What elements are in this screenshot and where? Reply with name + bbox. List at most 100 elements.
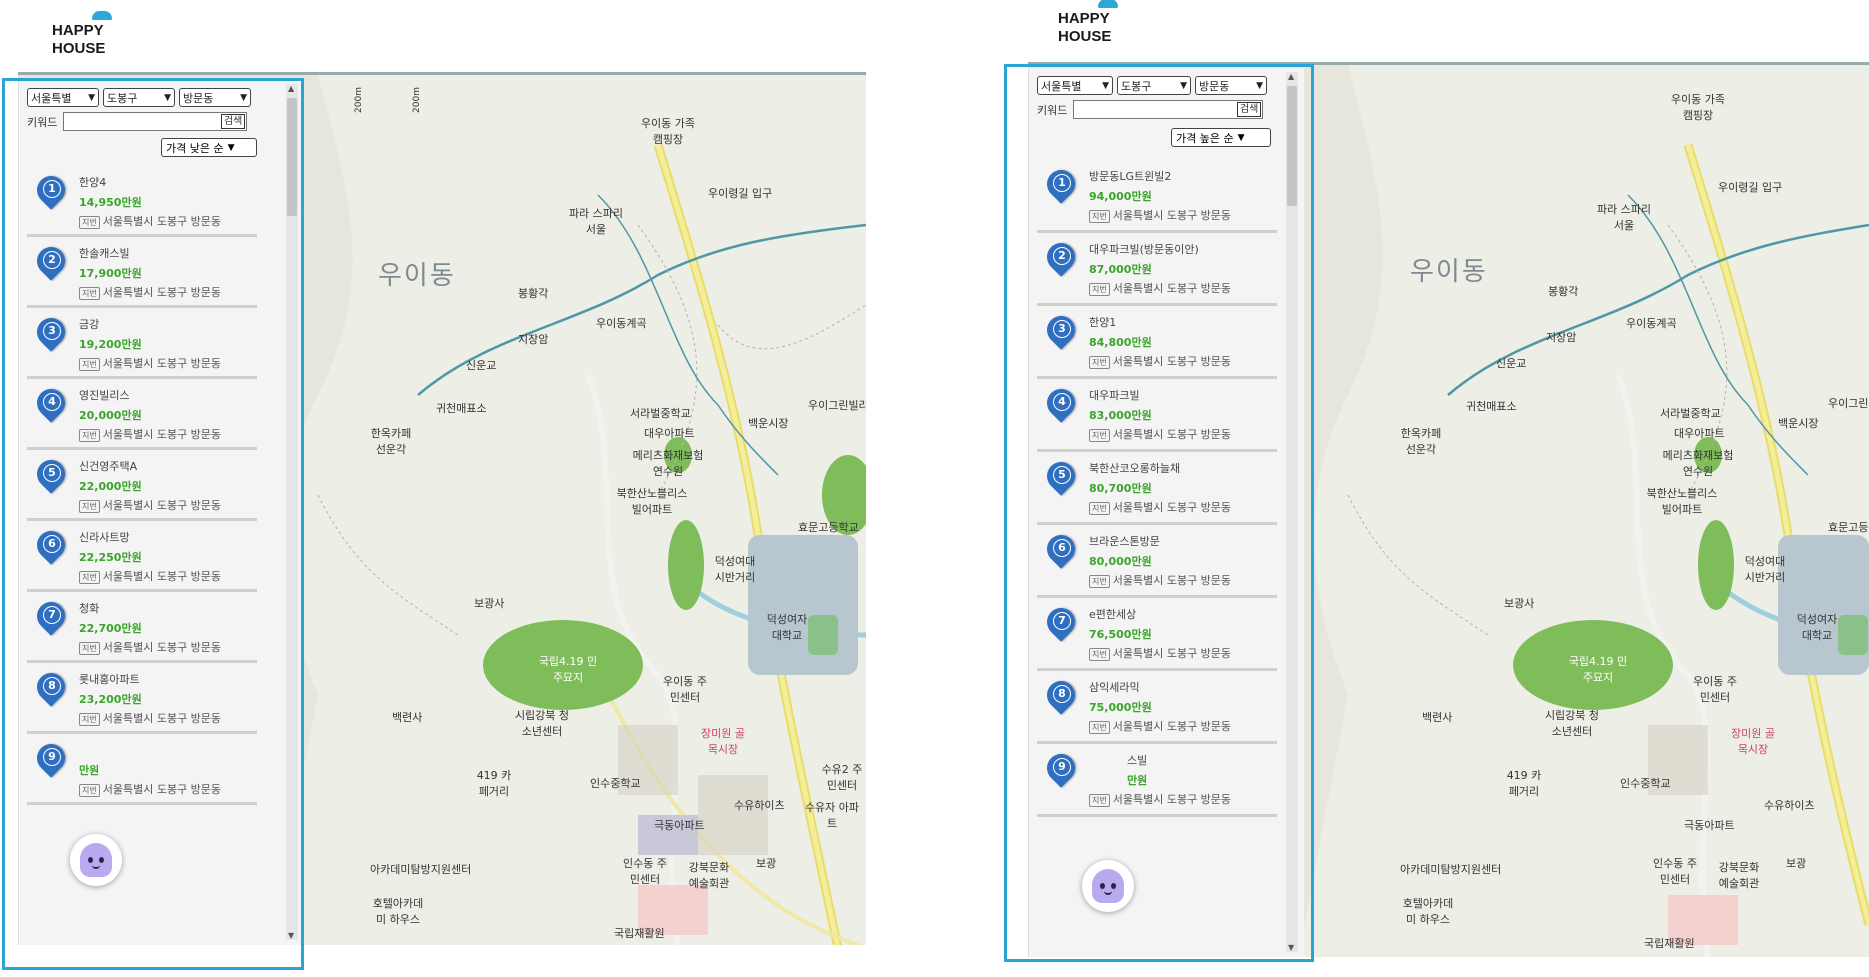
- list-item[interactable]: 8 롯내홍아파트 23,200만원 지번 서울특별시 도봉구 방문동: [27, 663, 257, 734]
- search-button[interactable]: 검색: [1236, 102, 1262, 117]
- map-label: 보광: [1786, 857, 1807, 870]
- list-item[interactable]: 9 만원 지번 서울특별시 도봉구 방문동: [27, 734, 257, 805]
- map-label: 우이동 주민센터: [663, 675, 707, 704]
- item-price: 84,800만원: [1089, 336, 1152, 349]
- pin-number: 1: [1053, 174, 1071, 192]
- map-label: 인수중학교: [1620, 777, 1671, 790]
- item-price: 17,900만원: [79, 267, 142, 280]
- city-select[interactable]: 서울특별 ▼: [1037, 76, 1113, 95]
- sort-select[interactable]: 가격 높은 순 ▼: [1171, 128, 1271, 147]
- chatbot-button[interactable]: [70, 834, 122, 886]
- list-item[interactable]: 8 삼익세라믹 75,000만원 지번 서울특별시 도봉구 방문동: [1037, 671, 1277, 744]
- list-item[interactable]: 1 한양4 14,950만원 지번 서울특별시 도봉구 방문동: [27, 166, 257, 237]
- map-label: 봉황각: [518, 287, 549, 300]
- scroll-up-icon[interactable]: ▲: [288, 84, 294, 93]
- search-button[interactable]: 검색: [220, 114, 246, 129]
- chevron-down-icon: ▼: [240, 92, 247, 103]
- map-label: 신운교: [466, 359, 497, 372]
- list-item[interactable]: 6 신라사트망 22,250만원 지번 서울특별시 도봉구 방문동: [27, 521, 257, 592]
- item-price: 94,000만원: [1089, 190, 1152, 203]
- item-price: 23,200만원: [79, 693, 142, 706]
- map-label: 보광사: [474, 597, 505, 610]
- map-label: 봉황각: [1548, 285, 1579, 298]
- item-price: 75,000만원: [1089, 701, 1152, 714]
- region-filters: 서울특별 ▼ 도봉구 ▼ 방문동 ▼: [1037, 76, 1267, 95]
- item-name: 금강: [79, 318, 100, 331]
- map-label: 시립강북 청소년센터: [1544, 709, 1600, 738]
- item-address: 지번 서울특별시 도봉구 방문동: [1089, 572, 1231, 588]
- sort-select[interactable]: 가격 낮은 순 ▼: [161, 138, 257, 157]
- district-select[interactable]: 도봉구 ▼: [1117, 76, 1191, 95]
- chatbot-icon: [80, 843, 112, 877]
- scroll-up-icon[interactable]: ▲: [1288, 72, 1294, 81]
- pin-number: 6: [43, 535, 61, 553]
- list-scrollbar[interactable]: ▲ ▼: [286, 84, 298, 940]
- scroll-down-icon[interactable]: ▼: [288, 931, 294, 940]
- map-label: 한옥카페 선운각: [1400, 427, 1442, 456]
- map-label: 메리츠화재보험 연수원: [1662, 449, 1734, 478]
- list-item[interactable]: 3 금강 19,200만원 지번 서울특별시 도봉구 방문동: [27, 308, 257, 379]
- list-scrollbar[interactable]: ▲ ▼: [1286, 72, 1298, 952]
- map-label: 우이동계곡: [596, 317, 647, 330]
- list-item[interactable]: 7 청화 22,700만원 지번 서울특별시 도봉구 방문동: [27, 592, 257, 663]
- pin-number: 3: [43, 322, 61, 340]
- list-item[interactable]: 5 북한산코오롱하늘채 80,700만원 지번 서울특별시 도봉구 방문동: [1037, 452, 1277, 525]
- scrollbar-thumb[interactable]: [1287, 86, 1297, 206]
- district-select[interactable]: 도봉구 ▼: [103, 88, 175, 107]
- chatbot-eye: [88, 857, 93, 863]
- chevron-down-icon: ▼: [227, 142, 235, 153]
- district-select-value: 도봉구: [107, 91, 138, 105]
- list-item[interactable]: 5 신건영주택A 22,000만원 지번 서울특별시 도봉구 방문동: [27, 450, 257, 521]
- logo[interactable]: HAPPY HOUSE: [52, 11, 112, 58]
- city-select[interactable]: 서울특별 ▼: [27, 88, 99, 107]
- chatbot-button[interactable]: [1082, 860, 1134, 912]
- pin-number: 2: [1053, 247, 1071, 265]
- sort-select-value: 가격 낮은 순: [166, 141, 224, 155]
- logo-line1: HAPPY: [1058, 10, 1110, 27]
- item-address: 지번 서울특별시 도봉구 방문동: [1089, 426, 1231, 442]
- map-label: 백운시장: [748, 417, 789, 430]
- item-address-text: 서울특별시 도봉구 방문동: [1112, 428, 1232, 441]
- item-address-text: 서울특별시 도봉구 방문동: [1112, 501, 1232, 514]
- item-address: 지번 서울특별시 도봉구 방문동: [79, 710, 221, 726]
- item-address: 지번 서울특별시 도봉구 방문동: [1089, 645, 1231, 661]
- item-name: 스빌: [1127, 754, 1148, 767]
- scrollbar-thumb[interactable]: [287, 98, 297, 216]
- item-address-text: 서울특별시 도봉구 방문동: [1112, 720, 1232, 733]
- item-address: 지번 서울특별시 도봉구 방문동: [79, 426, 221, 442]
- map-label: 지장암: [518, 333, 549, 346]
- logo[interactable]: HAPPY HOUSE: [1058, 0, 1118, 46]
- list-item[interactable]: 9 스빌 만원 지번 서울특별시 도봉구 방문동: [1037, 744, 1277, 817]
- list-item[interactable]: 2 대우파크빌(방문동이안) 87,000만원 지번 서울특별시 도봉구 방문동: [1037, 233, 1277, 306]
- list-item[interactable]: 2 한솔캐스빌 17,900만원 지번 서울특별시 도봉구 방문동: [27, 237, 257, 308]
- list-item[interactable]: 6 브라운스톤방문 80,000만원 지번 서울특별시 도봉구 방문동: [1037, 525, 1277, 598]
- keyword-input[interactable]: 검색: [63, 112, 248, 131]
- item-address-text: 서울특별시 도봉구 방문동: [1112, 355, 1232, 368]
- pin-number: 7: [43, 606, 61, 624]
- item-price: 22,700만원: [79, 622, 142, 635]
- dong-select[interactable]: 방문동 ▼: [179, 88, 251, 107]
- keyword-row: 키워드 검색: [27, 112, 248, 131]
- list-item[interactable]: 7 e편한세상 76,500만원 지번 서울특별시 도봉구 방문동: [1037, 598, 1277, 671]
- list-item[interactable]: 3 한양1 84,800만원 지번 서울특별시 도봉구 방문동: [1037, 306, 1277, 379]
- address-tag: 지번: [1089, 502, 1110, 515]
- keyword-input[interactable]: 검색: [1073, 100, 1264, 119]
- scroll-down-icon[interactable]: ▼: [1288, 943, 1294, 952]
- item-name: 대우파크빌(방문동이안): [1089, 243, 1199, 256]
- map-label: 한옥카페 선운각: [370, 427, 412, 456]
- map-label: 인수동 주민센터: [1653, 857, 1697, 886]
- item-price: 만원: [1127, 774, 1148, 787]
- dong-select[interactable]: 방문동 ▼: [1195, 76, 1267, 95]
- list-item[interactable]: 4 대우파크빌 83,000만원 지번 서울특별시 도봉구 방문동: [1037, 379, 1277, 452]
- list-item[interactable]: 4 영진빌리스 20,000만원 지번 서울특별시 도봉구 방문동: [27, 379, 257, 450]
- map-label: 국립4.19 민주묘지: [538, 655, 598, 684]
- item-price: 76,500만원: [1089, 628, 1152, 641]
- chatbot-eye: [99, 857, 104, 863]
- map-label: 백련사: [392, 711, 423, 724]
- result-list: 1 방문동LG트윈빌2 94,000만원 지번 서울특별시 도봉구 방문동 2 대우파크빌…: [1037, 160, 1277, 817]
- map-label: 장미원 골목시장: [701, 727, 745, 756]
- map-label: 아카데미탐방지원센터: [1400, 863, 1502, 876]
- chevron-down-icon: ▼: [164, 92, 171, 103]
- list-item[interactable]: 1 방문동LG트윈빌2 94,000만원 지번 서울특별시 도봉구 방문동: [1037, 160, 1277, 233]
- item-name: 방문동LG트윈빌2: [1089, 170, 1172, 183]
